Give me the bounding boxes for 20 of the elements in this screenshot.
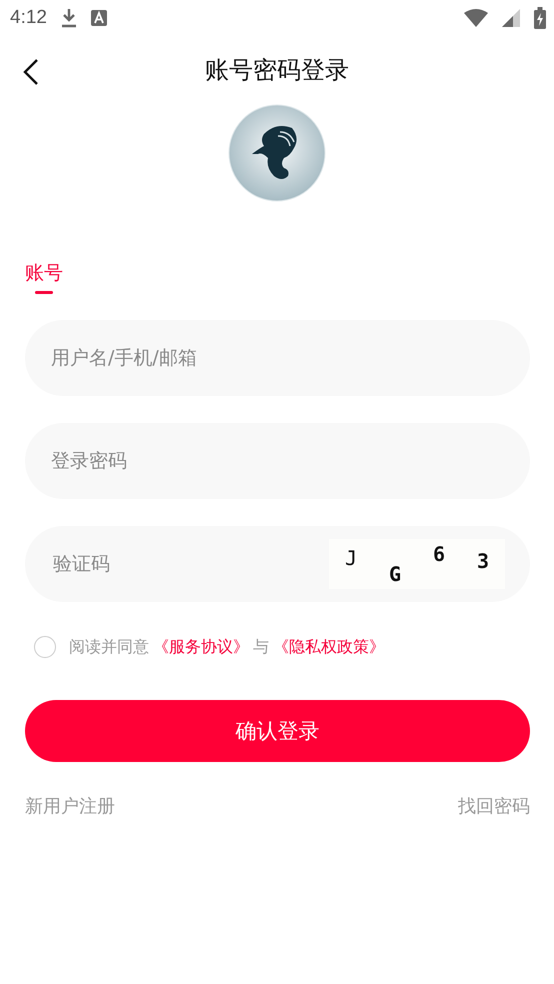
captcha-field[interactable]: 验证码 J G 6 3 — [25, 526, 530, 602]
policy-link[interactable]: 《服务协议》 — [153, 636, 249, 658]
password-field[interactable]: 登录密码 — [25, 423, 530, 499]
agree-checkbox[interactable] — [34, 636, 56, 658]
agreement-text: 与 — [253, 636, 269, 658]
status-time: 4:12 — [10, 7, 47, 29]
recover-password-link[interactable]: 找回密码 — [458, 794, 530, 818]
captcha-image[interactable]: J G 6 3 — [329, 539, 505, 589]
page-title: 账号密码登录 — [205, 55, 349, 86]
wifi-icon — [464, 9, 488, 27]
register-link[interactable]: 新用户注册 — [25, 794, 115, 818]
agreement-text: 阅读并同意 — [69, 636, 149, 658]
app-notification-icon — [90, 10, 107, 26]
signal-icon — [502, 9, 520, 27]
username-field[interactable]: 用户名/手机/邮箱 — [25, 320, 530, 396]
policy-link[interactable]: 《隐私权政策》 — [273, 636, 385, 658]
login-button[interactable]: 确认登录 — [25, 700, 530, 762]
account-tab[interactable]: 账号 — [25, 260, 63, 294]
battery-icon — [534, 7, 546, 29]
download-icon — [60, 8, 77, 28]
